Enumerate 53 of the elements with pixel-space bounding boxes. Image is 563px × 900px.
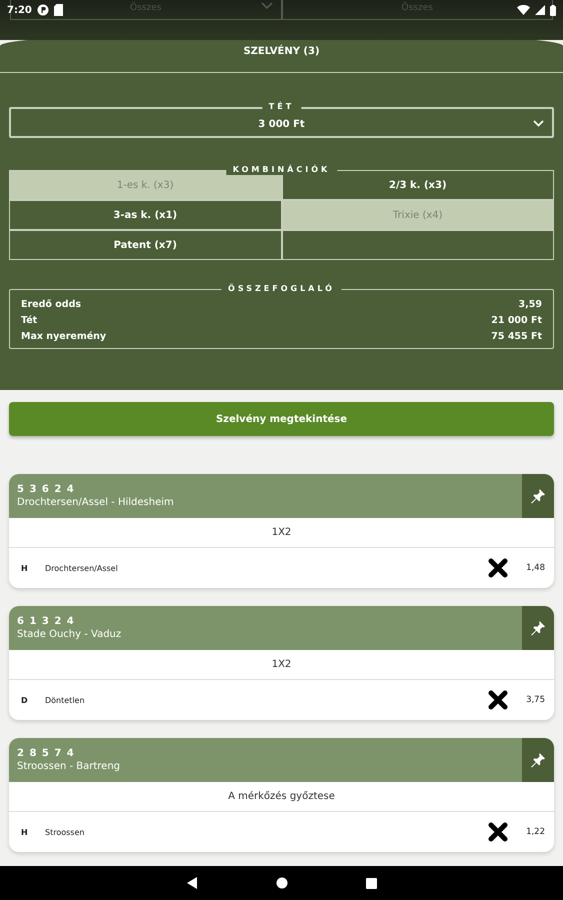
odds-value: 1,48 [526,563,545,573]
summary-label: Eredő odds [21,299,82,310]
status-time: 7:20 [7,4,32,16]
section-label: KOMBINÁCIÓK [226,164,338,175]
battery-icon [550,4,556,16]
combination-option[interactable]: 3-as k. (x1) [10,201,280,229]
remove-icon[interactable] [488,822,508,842]
pin-icon [530,488,546,504]
remove-icon[interactable] [488,558,508,578]
outcome-code: H [21,828,29,836]
combination-option[interactable]: Trixie (x4) [282,201,553,229]
match-name: Drochtersen/Assel - Hildesheim [17,497,175,508]
pin-button[interactable] [522,738,554,782]
recents-icon[interactable] [366,878,377,888]
pin-icon [530,620,546,636]
pin-button[interactable] [522,606,554,650]
home-icon[interactable] [276,877,288,889]
pin-icon [530,752,546,768]
sd-card-icon [54,4,63,16]
chevron-icon [533,120,544,127]
event-code: 2 8 5 7 4 [17,748,76,759]
summary-label: Max nyeremény [21,331,106,342]
selection-name: Döntetlen [45,696,86,704]
remove-icon[interactable] [488,690,508,710]
signal-icon [535,5,545,15]
view-betslip-button[interactable]: Szelvény megtekintése [9,402,554,436]
section-label: TÉT [262,101,302,112]
back-icon[interactable] [186,877,198,889]
panel-title: SZELVÉNY (3) [242,44,321,59]
selection-name: Stroossen [45,828,86,836]
market-name: 1X2 [9,650,554,680]
combination-option[interactable]: Patent (x7) [10,231,280,259]
outcome-code: D [21,696,29,704]
event-code: 6 1 3 2 4 [17,616,76,627]
market-name: 1X2 [9,518,554,548]
app-notification-icon [36,4,49,16]
event-code: 5 3 6 2 4 [17,484,76,495]
combination-option[interactable]: 1-es k. (x3) [10,171,280,199]
odds-value: 3,75 [526,695,545,705]
market-name: A mérkőzés győztese [9,782,554,812]
wifi-icon [517,5,530,15]
outcome-code: H [21,564,29,572]
selection-name: Drochtersen/Assel [45,564,119,572]
section-label: ÖSSZEFOGLALÓ [221,283,342,294]
odds-value: 1,22 [526,827,545,837]
combination-option[interactable]: 2/3 k. (x3) [282,171,553,199]
summary-value: 3,59 [518,299,542,310]
summary-label: Tét [21,315,38,326]
pin-button[interactable] [522,474,554,518]
match-name: Stade Ouchy - Vaduz [17,629,122,640]
match-name: Stroossen - Bartreng [17,761,122,772]
summary-value: 21 000 Ft [491,315,542,326]
summary-value: 75 455 Ft [491,331,542,342]
